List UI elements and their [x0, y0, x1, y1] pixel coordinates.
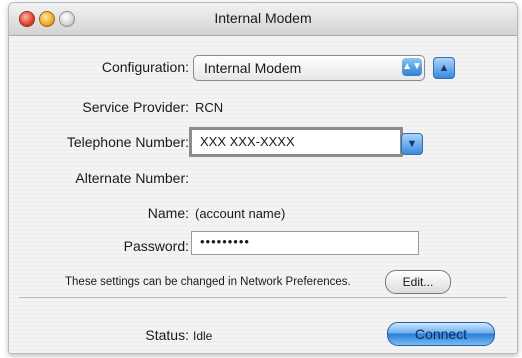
name-label: Name:: [147, 205, 189, 221]
edit-button[interactable]: Edit...: [385, 270, 451, 294]
password-value: •••••••••: [200, 234, 250, 249]
password-label: Password:: [123, 238, 189, 254]
status-label: Status:: [145, 327, 189, 343]
telephone-number-field[interactable]: XXX XXX-XXXX: [189, 127, 403, 157]
title-bar: Internal Modem: [9, 3, 517, 36]
disclosure-up-icon: ▲: [438, 62, 450, 74]
password-field[interactable]: •••••••••: [191, 231, 419, 255]
status-value: Idle: [193, 329, 213, 343]
telephone-number-label: Telephone Number:: [66, 134, 189, 150]
internet-connect-window: Internal Modem Configuration: Internal M…: [8, 2, 518, 354]
window-title: Internal Modem: [214, 10, 312, 26]
configuration-value: Internal Modem: [204, 60, 302, 76]
network-preferences-hint: These settings can be changed in Network…: [65, 276, 351, 288]
chevron-down-icon: ▼: [406, 138, 418, 150]
configuration-label: Configuration:: [101, 59, 189, 75]
configuration-popup[interactable]: Internal Modem ▲▼: [193, 55, 425, 81]
alternate-number-label: Alternate Number:: [75, 170, 189, 186]
expand-toggle-button[interactable]: ▲: [433, 57, 455, 79]
name-value: (account name): [195, 206, 286, 221]
service-provider-label: Service Provider:: [82, 99, 189, 115]
telephone-dropdown-button[interactable]: ▼: [401, 133, 423, 155]
up-down-arrows-icon: ▲▼: [402, 58, 422, 76]
service-provider-value: RCN: [195, 100, 224, 115]
connect-button[interactable]: Connect: [387, 322, 495, 346]
divider: [19, 297, 507, 298]
telephone-number-value: XXX XXX-XXXX: [200, 134, 295, 149]
